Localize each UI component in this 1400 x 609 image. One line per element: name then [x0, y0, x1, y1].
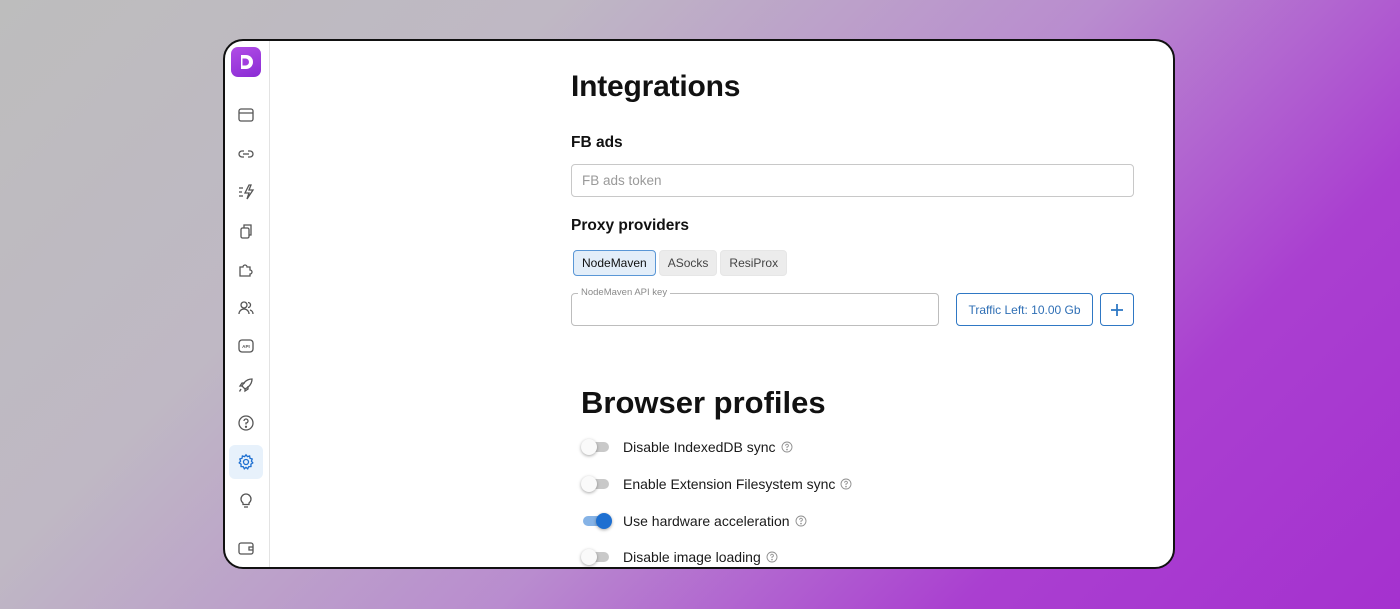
rocket-icon: [238, 378, 253, 393]
link-icon: [238, 150, 254, 158]
toggle-switch-hw-accel[interactable]: [581, 511, 612, 531]
nodemaven-api-key-field[interactable]: NodeMaven API key: [571, 287, 939, 326]
help-icon[interactable]: [781, 441, 793, 453]
tab-nodemaven[interactable]: NodeMaven: [573, 250, 656, 276]
copy-icon: [240, 224, 252, 239]
nav-copy[interactable]: [229, 214, 263, 248]
help-icon[interactable]: [795, 515, 807, 527]
toggle-label: Disable image loading: [623, 549, 761, 565]
toggle-switch-image-loading[interactable]: [581, 547, 611, 567]
nav-api[interactable]: API: [229, 329, 263, 363]
wallet-icon: [238, 542, 254, 555]
help-circle-icon: [238, 415, 254, 431]
fb-ads-token-input[interactable]: [571, 164, 1134, 197]
users-icon: [238, 301, 254, 315]
nav-browser-window[interactable]: [229, 98, 263, 132]
toggle-label: Disable IndexedDB sync: [623, 439, 776, 455]
nav-help[interactable]: [229, 406, 263, 440]
browser-profiles-title: Browser profiles: [581, 385, 826, 420]
automation-bolt-icon: [239, 184, 255, 200]
traffic-left-button[interactable]: Traffic Left: 10.00 Gb: [956, 293, 1093, 326]
page-title: Integrations: [571, 70, 741, 103]
toggle-row-image-loading: Disable image loading: [581, 547, 778, 567]
lightbulb-icon: [240, 493, 252, 508]
help-icon[interactable]: [766, 551, 778, 563]
toggle-row-hw-accel: Use hardware acceleration: [581, 511, 807, 531]
sidebar: API: [225, 41, 270, 567]
browser-window-icon: [238, 108, 254, 122]
settings-content: Integrations FB ads Proxy providers Node…: [571, 41, 1173, 567]
toggle-switch-extension-fs[interactable]: [581, 474, 611, 494]
fb-ads-label: FB ads: [571, 134, 623, 151]
svg-text:API: API: [242, 344, 250, 349]
d-logo-icon[interactable]: [231, 47, 261, 77]
settings-gear-icon: [238, 453, 254, 470]
tab-resiprox[interactable]: ResiProx: [720, 250, 788, 276]
proxy-providers-label: Proxy providers: [571, 217, 690, 234]
nav-users[interactable]: [229, 291, 263, 325]
puzzle-extension-icon: [239, 264, 253, 277]
api-icon: API: [238, 339, 254, 353]
api-key-label: NodeMaven API key: [578, 287, 671, 299]
nav-settings[interactable]: [229, 445, 263, 479]
nav-launch[interactable]: [229, 368, 263, 402]
toggle-switch-indexeddb[interactable]: [581, 437, 611, 457]
toggle-label: Use hardware acceleration: [623, 513, 790, 529]
help-icon[interactable]: [840, 478, 852, 490]
proxy-provider-tabs: NodeMaven ASocks ResiProx: [573, 250, 788, 276]
nav-automation[interactable]: [229, 175, 263, 209]
nav-extensions[interactable]: [229, 252, 263, 286]
app-window: API Integrations FB ads Proxy providers …: [223, 39, 1175, 569]
toggle-label: Enable Extension Filesystem sync: [623, 476, 836, 492]
add-proxy-button[interactable]: [1100, 293, 1134, 326]
nav-wallet[interactable]: [229, 531, 263, 565]
nav-link[interactable]: [229, 137, 263, 171]
plus-icon: [1111, 303, 1123, 316]
tab-asocks[interactable]: ASocks: [658, 250, 718, 276]
nav-ideas[interactable]: [229, 483, 263, 517]
toggle-row-extension-fs: Enable Extension Filesystem sync: [581, 474, 852, 494]
toggle-row-indexeddb: Disable IndexedDB sync: [581, 437, 793, 457]
